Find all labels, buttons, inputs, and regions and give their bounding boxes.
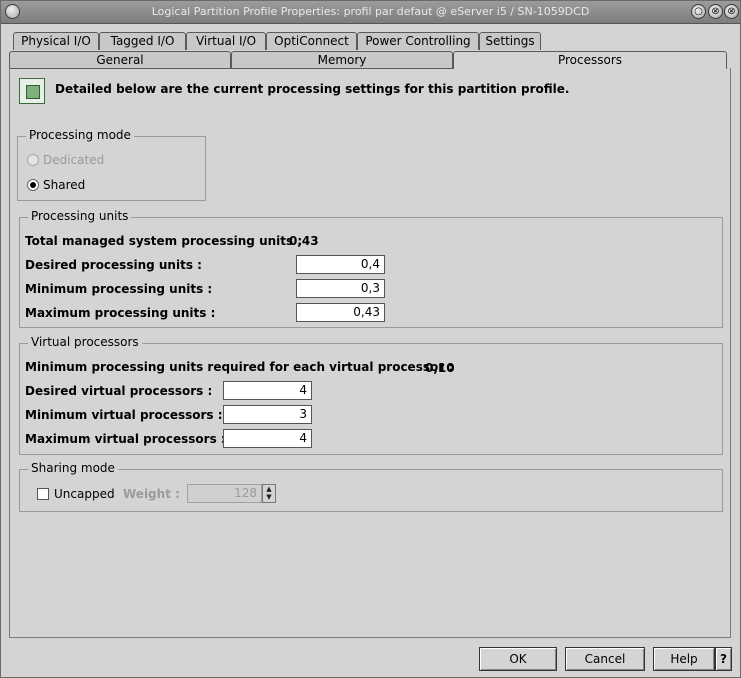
tab-opticonnect[interactable]: OptiConnect [266,32,357,50]
maximize-icon[interactable]: ⊗ [708,4,723,19]
header-description: Detailed below are the current processin… [55,82,570,96]
total-processing-units-value: 0,43 [289,234,319,248]
minimize-icon[interactable]: ○ [691,4,706,19]
minimum-processing-units-input[interactable]: 0,3 [296,279,385,298]
uncapped-label: Uncapped [54,487,115,501]
processing-mode-title: Processing mode [26,128,134,142]
tab-tagged-io[interactable]: Tagged I/O [99,32,186,50]
uncapped-checkbox[interactable] [37,488,49,500]
min-units-per-vp-value: 0,10 [425,361,455,375]
spin-up-icon[interactable]: ▲ [263,485,275,493]
maximum-virtual-processors-label: Maximum virtual processors : [25,432,226,446]
tab-general[interactable]: General [9,51,231,69]
cancel-button[interactable]: Cancel [565,647,645,671]
weight-spinner[interactable]: ▲ ▼ [262,484,276,503]
processing-units-title: Processing units [28,209,132,223]
desired-processing-units-label: Desired processing units : [25,258,202,272]
spin-down-icon[interactable]: ▼ [263,493,275,501]
desired-processing-units-input[interactable]: 0,4 [296,255,385,274]
minimum-virtual-processors-input[interactable]: 3 [223,405,312,424]
title-bar[interactable]: Logical Partition Profile Properties: pr… [1,1,740,24]
desired-virtual-processors-label: Desired virtual processors : [25,384,213,398]
shared-radio[interactable] [27,179,39,191]
tab-processors[interactable]: Processors [453,51,727,69]
virtual-processors-title: Virtual processors [28,335,142,349]
dedicated-label: Dedicated [43,153,105,167]
sharing-mode-title: Sharing mode [28,461,118,475]
total-processing-units-label: Total managed system processing units : [25,234,303,248]
minimum-virtual-processors-label: Minimum virtual processors : [25,408,223,422]
ok-button[interactable]: OK [479,647,557,671]
close-icon[interactable]: ⊗ [724,4,739,19]
tab-settings[interactable]: Settings [479,32,541,50]
dedicated-radio[interactable] [27,154,39,166]
minimum-processing-units-label: Minimum processing units : [25,282,213,296]
context-help-button[interactable]: ? [715,647,732,671]
shared-label: Shared [43,178,86,192]
weight-label: Weight : [123,487,180,501]
desired-virtual-processors-input[interactable]: 4 [223,381,312,400]
min-units-per-vp-label: Minimum processing units required for ea… [25,360,454,374]
tab-power-controlling[interactable]: Power Controlling [357,32,479,50]
tab-virtual-io[interactable]: Virtual I/O [186,32,266,50]
processor-chip-icon [19,78,45,104]
help-button[interactable]: Help [653,647,715,671]
maximum-virtual-processors-input[interactable]: 4 [223,429,312,448]
tab-memory[interactable]: Memory [231,51,453,69]
tab-physical-io[interactable]: Physical I/O [13,32,99,50]
weight-input[interactable]: 128 [187,484,262,503]
maximum-processing-units-label: Maximum processing units : [25,306,216,320]
maximum-processing-units-input[interactable]: 0,43 [296,303,385,322]
dialog-window: Logical Partition Profile Properties: pr… [0,0,741,678]
window-title: Logical Partition Profile Properties: pr… [151,5,590,18]
